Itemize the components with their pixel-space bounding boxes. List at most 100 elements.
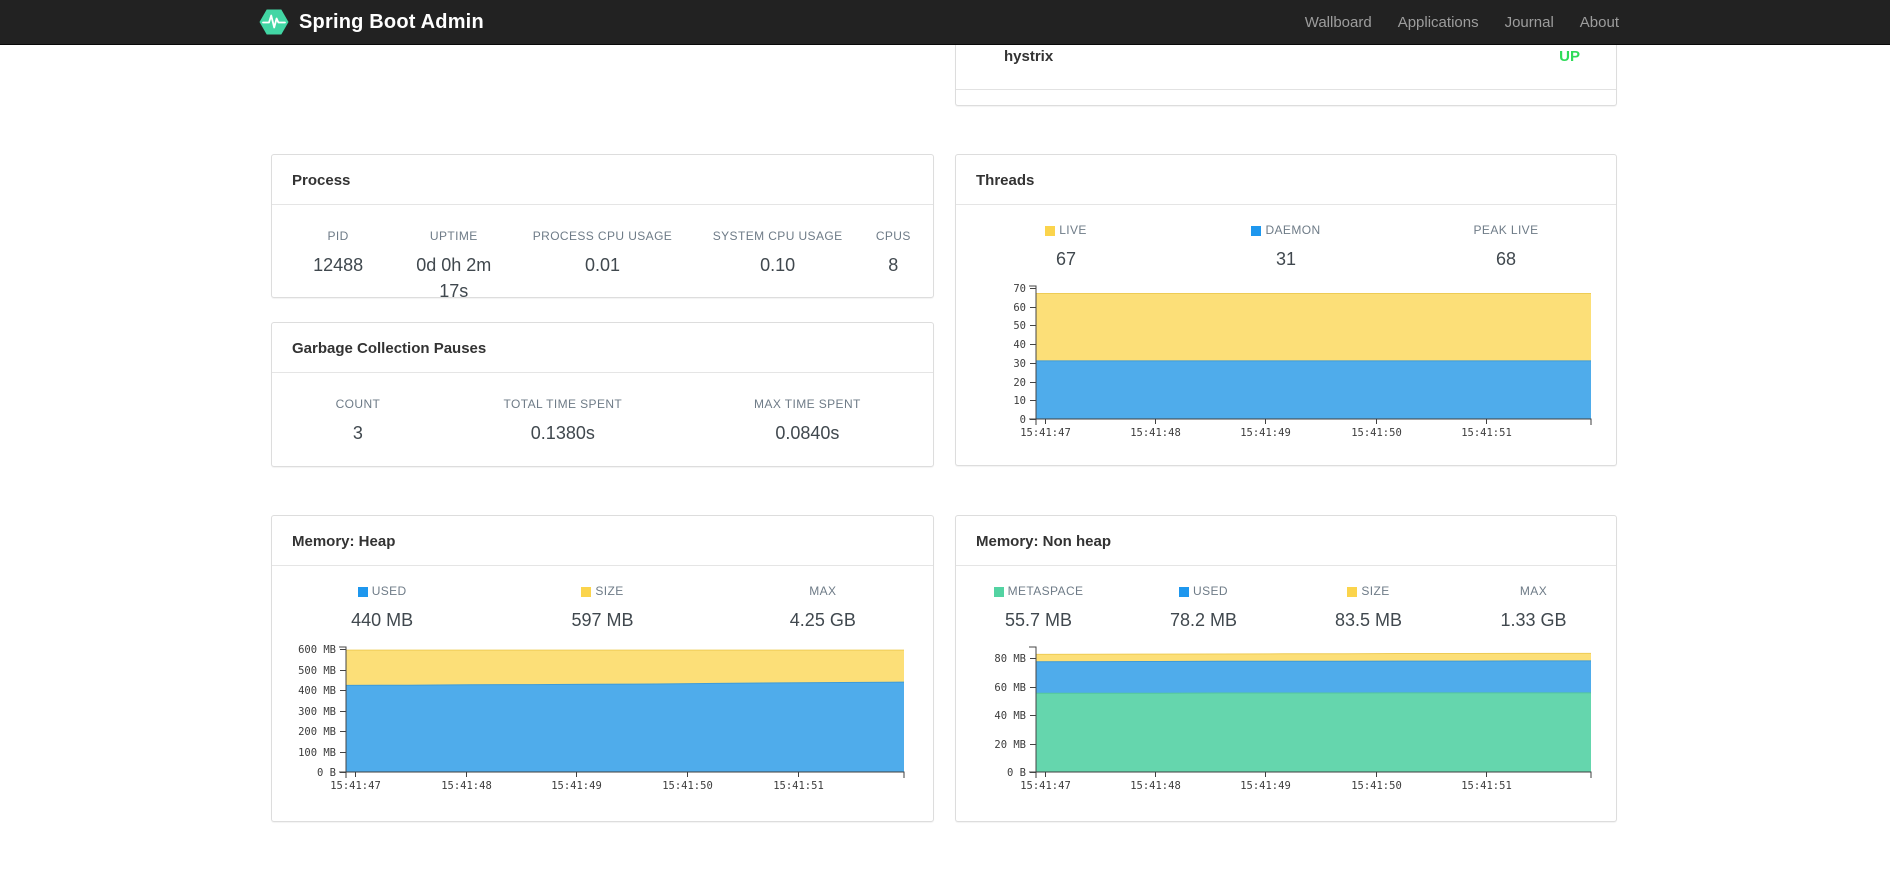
- legend-value: 1.33 GB: [1500, 610, 1567, 630]
- nav-link-journal[interactable]: Journal: [1492, 14, 1567, 31]
- legend-metaspace: METASPACE 55.7 MB: [956, 584, 1121, 633]
- metric-value: 0.0840s: [775, 423, 840, 443]
- legend-value: 55.7 MB: [1004, 610, 1073, 630]
- metric-value: 12488: [313, 255, 364, 275]
- threads-card: Threads LIVE 67 DAEMON 31 PEAK LIVE 68 0 10 20 3…: [955, 154, 1617, 466]
- memory-heap-card-title: Memory: Heap: [272, 516, 933, 566]
- legend-label-text: METASPACE: [1007, 584, 1084, 598]
- memory-nonheap-chart: 0 B 20 MB 40 MB 60 MB 80 MB 15:41:47 15:41:48 1…: [956, 641, 1616, 807]
- nav-link-applications[interactable]: Applications: [1385, 14, 1492, 31]
- legend-swatch-icon: [581, 586, 592, 597]
- legend-live: LIVE 67: [956, 223, 1176, 272]
- legend-value: 4.25 GB: [789, 610, 856, 630]
- threads-area-daemon: [1036, 360, 1591, 419]
- legend-swatch-icon: [357, 586, 368, 597]
- memory-heap-chart: 0 B 100 MB 200 MB 300 MB 400 MB 500 MB 600 MB 1…: [272, 641, 933, 807]
- legend-size: SIZE 83.5 MB: [1286, 584, 1451, 633]
- legend-daemon: DAEMON 31: [1176, 223, 1396, 272]
- legend-peak-live: PEAK LIVE 68: [1396, 223, 1616, 272]
- nonheap-y-tick-label: 80 MB: [994, 653, 1026, 665]
- legend-label-text: SIZE: [595, 584, 624, 598]
- gc-card-title: Garbage Collection Pauses: [272, 323, 933, 373]
- threads-chart-svg: 0 10 20 30 40 50 60 70 15:41:47 15:41:48 15:41:49 1…: [1013, 283, 1592, 439]
- metric-value: 0.01: [584, 255, 620, 275]
- heap-y-tick-label: 500 MB: [298, 665, 336, 677]
- metric-label: PID: [327, 229, 349, 243]
- metric-value: 0d 0h 2m 17s: [416, 255, 492, 298]
- legend-label: METASPACE: [956, 584, 1121, 599]
- threads-y-tick-label: 60: [1013, 302, 1026, 314]
- heap-y-tick-label: 100 MB: [298, 747, 336, 759]
- legend-label-text: PEAK LIVE: [1473, 223, 1539, 237]
- memory-heap-card: Memory: Heap USED 440 MB SIZE 597 MB MAX 4.25…: [271, 515, 934, 822]
- memory-nonheap-legend: METASPACE 55.7 MB USED 78.2 MB SIZE 83.5 MB MA…: [956, 584, 1616, 633]
- page: hystrix UP Spring Boot Admin Wallboard Ap…: [0, 0, 1890, 892]
- heap-x-tick-label: 15:41:49: [551, 780, 602, 792]
- metric-uptime: UPTIME 0d 0h 2m 17s: [404, 229, 503, 298]
- legend-used: USED 440 MB: [272, 584, 492, 633]
- threads-x-tick-label: 15:41:49: [1240, 427, 1291, 439]
- metric-pid: PID 12488: [272, 229, 404, 297]
- metric-system-cpu-usage: SYSTEM CPU USAGE 0.10: [702, 229, 854, 297]
- metric-label: UPTIME: [429, 229, 478, 243]
- legend-value: 440 MB: [351, 610, 414, 630]
- heap-y-tick-label: 300 MB: [298, 706, 336, 718]
- legend-max: MAX 1.33 GB: [1451, 584, 1616, 633]
- navbar-inner: Spring Boot Admin Wallboard Applications J…: [258, 0, 1632, 45]
- legend-label-text: SIZE: [1361, 584, 1390, 598]
- legend-label-text: MAX: [809, 584, 837, 598]
- heap-chart-svg: 0 B 100 MB 200 MB 300 MB 400 MB 500 MB 600 MB 1…: [298, 644, 905, 792]
- legend-value: 67: [1055, 249, 1077, 269]
- legend-swatch-icon: [1347, 586, 1358, 597]
- navbar: Spring Boot Admin Wallboard Applications J…: [0, 0, 1890, 45]
- legend-label-text: USED: [371, 584, 407, 598]
- metric-label: TOTAL TIME SPENT: [503, 397, 623, 411]
- legend-label: USED: [272, 584, 492, 599]
- heap-x-tick-label: 15:41:51: [773, 780, 824, 792]
- metric-value: 3: [352, 423, 363, 443]
- nonheap-x-tick-label: 15:41:51: [1461, 780, 1512, 792]
- threads-legend: LIVE 67 DAEMON 31 PEAK LIVE 68: [956, 223, 1616, 272]
- heap-x-tick-label: 15:41:50: [662, 780, 713, 792]
- legend-size: SIZE 597 MB: [492, 584, 712, 633]
- nonheap-y-tick-label: 60 MB: [994, 682, 1026, 694]
- heap-y-tick-label: 200 MB: [298, 726, 336, 738]
- legend-max: MAX 4.25 GB: [713, 584, 933, 633]
- legend-label: USED: [1121, 584, 1286, 599]
- metric-label: PROCESS CPU USAGE: [532, 229, 673, 243]
- legend-label: PEAK LIVE: [1396, 223, 1616, 238]
- metric-value: 0.10: [760, 255, 796, 275]
- legend-label: MAX: [713, 584, 933, 599]
- threads-x-tick-label: 15:41:48: [1130, 427, 1181, 439]
- metric-label: MAX TIME SPENT: [754, 397, 861, 411]
- gc-metrics: COUNT 3 TOTAL TIME SPENT 0.1380s MAX TIME SP…: [272, 373, 933, 446]
- legend-value: 597 MB: [571, 610, 634, 630]
- nav-link-about[interactable]: About: [1567, 14, 1632, 31]
- brand[interactable]: Spring Boot Admin: [258, 0, 484, 45]
- threads-card-title: Threads: [956, 155, 1616, 205]
- legend-value: 78.2 MB: [1169, 610, 1238, 630]
- legend-label: SIZE: [492, 584, 712, 599]
- legend-label-text: LIVE: [1059, 223, 1087, 237]
- metric-total-time-spent: TOTAL TIME SPENT 0.1380s: [444, 397, 682, 446]
- legend-swatch-icon: [1179, 586, 1190, 597]
- nav-link-wallboard[interactable]: Wallboard: [1292, 14, 1385, 31]
- threads-x-tick-label: 15:41:50: [1351, 427, 1402, 439]
- heap-area-used: [346, 682, 904, 772]
- status-badge: UP: [1559, 48, 1580, 65]
- nonheap-chart-svg: 0 B 20 MB 40 MB 60 MB 80 MB 15:41:47 15:41:48 1…: [994, 646, 1592, 792]
- metric-value: 8: [888, 255, 899, 275]
- legend-value: 68: [1495, 249, 1517, 269]
- legend-label: LIVE: [956, 223, 1176, 238]
- process-card: Process PID 12488 UPTIME 0d 0h 2m 17s PROCES…: [271, 154, 934, 298]
- metric-label: CPUS: [875, 229, 911, 243]
- brand-logo-icon: [259, 9, 289, 35]
- nonheap-x-tick-label: 15:41:49: [1240, 780, 1291, 792]
- threads-y-tick-label: 50: [1013, 320, 1026, 332]
- legend-value: 83.5 MB: [1334, 610, 1403, 630]
- threads-chart: 0 10 20 30 40 50 60 70 15:41:47 15:41:48 15:41:49 1…: [956, 280, 1616, 454]
- nonheap-x-tick-label: 15:41:50: [1351, 780, 1402, 792]
- nonheap-x-tick-label: 15:41:47: [1020, 780, 1071, 792]
- heap-y-tick-label: 400 MB: [298, 685, 336, 697]
- legend-used: USED 78.2 MB: [1121, 584, 1286, 633]
